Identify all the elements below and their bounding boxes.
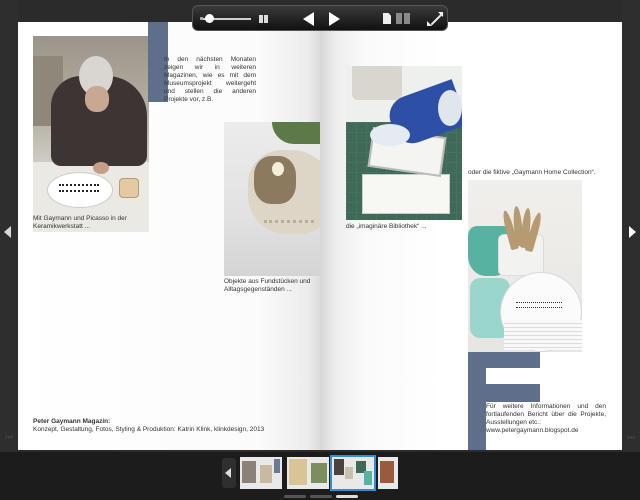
caption-ceramics: Mit Gaymann und Picasso in der Keramikwe… — [33, 215, 127, 230]
single-page-view-icon[interactable] — [383, 13, 391, 24]
zoom-slider-knob[interactable] — [205, 14, 214, 23]
fullscreen-icon[interactable] — [427, 12, 443, 26]
flipbook-viewer: ⏮ ⏭ In den nächsten Monaten zeigen wir i… — [0, 0, 640, 452]
thumbnail-strip — [0, 452, 640, 500]
caption-library: die „imaginäre Bibliothek“ ... — [346, 223, 427, 230]
photo-imaginary-library — [346, 66, 462, 220]
previous-page-arrow-icon[interactable] — [4, 226, 11, 238]
next-icon[interactable] — [329, 12, 340, 26]
initial-letter-f — [468, 352, 540, 450]
thumbnail-page[interactable] — [287, 457, 329, 489]
blog-link[interactable]: www.petergaymann.blogspot.de — [486, 427, 606, 435]
double-page-view-icon[interactable] — [396, 13, 410, 24]
right-page[interactable]: die „imaginäre Bibliothek“ ... oder die … — [320, 22, 622, 450]
thumbnail-pager-dot-active[interactable] — [336, 495, 358, 498]
footer-title: Peter Gaymann Magazin: — [33, 418, 111, 425]
next-page-arrow-icon[interactable] — [629, 226, 636, 238]
thumbnail-scroll-left-icon[interactable] — [222, 458, 236, 488]
intro-text: In den nächsten Monaten zeigen wir in we… — [164, 56, 256, 103]
photo-home-collection — [468, 180, 582, 352]
first-page-icon[interactable]: ⏮ — [5, 432, 13, 443]
thumbnail-page[interactable] — [378, 457, 398, 489]
last-page-icon[interactable]: ⏭ — [627, 432, 635, 443]
left-page[interactable]: In den nächsten Monaten zeigen wir in we… — [18, 22, 320, 450]
thumbnail-pager-dot[interactable] — [310, 495, 332, 498]
thumbnail-page[interactable] — [240, 457, 282, 489]
footer-credits: Konzept, Gestaltung, Fotos, Styling & Pr… — [33, 426, 265, 433]
caption-objects: Objekte aus Fundstücken und Alltagsgegen… — [224, 278, 311, 293]
viewer-toolbar — [192, 5, 448, 31]
caption-home-collection: oder die fiktive „Gaymann Home Collectio… — [468, 169, 596, 176]
photo-ceramics-workshop — [33, 36, 149, 232]
thumbnail-page-selected[interactable] — [330, 455, 376, 491]
previous-icon[interactable] — [303, 12, 314, 26]
thumbnail-pager-dot[interactable] — [284, 495, 306, 498]
pause-icon[interactable] — [259, 15, 269, 23]
photo-skull-object — [224, 122, 320, 276]
outro-text: Für weitere Informationen und den fortla… — [486, 403, 606, 426]
